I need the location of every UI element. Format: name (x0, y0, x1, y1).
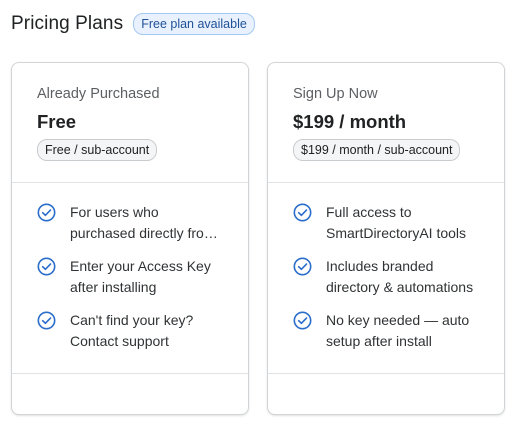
feature-list: Full access to SmartDirectoryAI tools In… (293, 202, 492, 364)
plan-card-footer (12, 373, 248, 374)
check-circle-icon (37, 311, 56, 330)
plan-card-header: Already Purchased Free Free / sub-accoun… (12, 63, 248, 183)
pricing-header: Pricing Plans Free plan available (11, 11, 255, 37)
feature-line: purchased directly fro… (70, 225, 218, 241)
plan-subtitle: Sign Up Now (293, 86, 378, 102)
feature-line: setup after install (326, 333, 432, 349)
feature-line: Can't find your key? (70, 312, 194, 328)
plan-price: $199 / month (293, 111, 407, 132)
feature-text: Includes branded directory & automations (326, 256, 492, 298)
feature-text: No key needed — auto setup after install (326, 310, 492, 352)
page-title: Pricing Plans (11, 13, 124, 34)
feature-line: Contact support (70, 333, 169, 349)
plan-card-footer (268, 373, 504, 374)
feature-line: directory & automations (326, 279, 474, 295)
feature-text: Can't find your key? Contact support (70, 310, 236, 352)
check-circle-icon (293, 311, 312, 330)
feature-item: For users who purchased directly fro… (37, 202, 236, 256)
check-circle-icon (293, 257, 312, 276)
feature-list: For users who purchased directly fro… En… (37, 202, 236, 364)
feature-line: Full access to (326, 204, 412, 220)
feature-item: Includes branded directory & automations (293, 256, 492, 310)
plan-card-already-purchased[interactable]: Already Purchased Free Free / sub-accoun… (11, 62, 249, 415)
feature-line: For users who (70, 204, 159, 220)
check-circle-icon (37, 203, 56, 222)
pricing-page: Pricing Plans Free plan available Alread… (0, 0, 522, 431)
feature-line: No key needed — auto (326, 312, 470, 328)
feature-item: No key needed — auto setup after install (293, 310, 492, 364)
check-circle-icon (293, 203, 312, 222)
free-plan-badge: Free plan available (133, 13, 255, 35)
feature-item: Enter your Access Key after installing (37, 256, 236, 310)
feature-item: Full access to SmartDirectoryAI tools (293, 202, 492, 256)
feature-item: Can't find your key? Contact support (37, 310, 236, 364)
plan-price: Free (37, 111, 77, 132)
feature-line: Includes branded (326, 258, 434, 274)
feature-line: SmartDirectoryAI tools (326, 225, 467, 241)
feature-text: For users who purchased directly fro… (70, 202, 236, 244)
plan-card-header: Sign Up Now $199 / month $199 / month / … (268, 63, 504, 183)
plan-card-sign-up[interactable]: Sign Up Now $199 / month $199 / month / … (267, 62, 505, 415)
plan-subtitle: Already Purchased (37, 86, 160, 102)
price-pill: $199 / month / sub-account (293, 139, 461, 161)
check-circle-icon (37, 257, 56, 276)
price-pill: Free / sub-account (37, 139, 158, 161)
feature-line: after installing (70, 279, 157, 295)
feature-text: Enter your Access Key after installing (70, 256, 236, 298)
feature-text: Full access to SmartDirectoryAI tools (326, 202, 492, 244)
feature-line: Enter your Access Key (70, 258, 211, 274)
